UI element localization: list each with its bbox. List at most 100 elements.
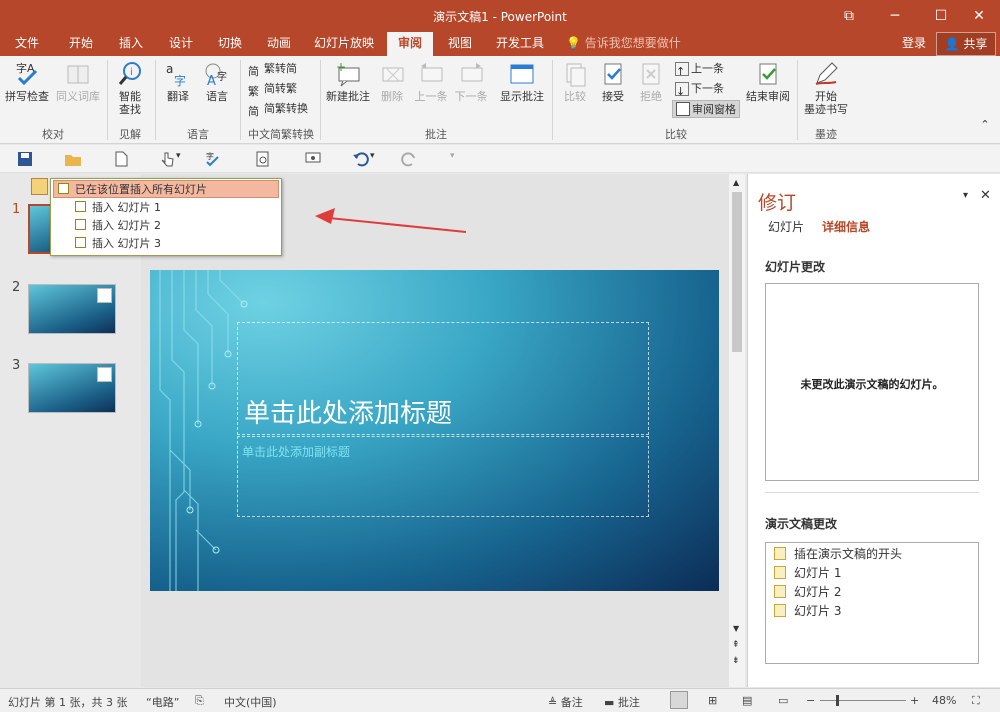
smart-lookup-button[interactable]: i 智能 查找 [110, 60, 150, 116]
open-folder-icon[interactable] [64, 151, 82, 167]
tab-developer[interactable]: 开发工具 [487, 32, 553, 56]
save-icon[interactable] [16, 151, 34, 167]
revision-marker-icon[interactable] [97, 367, 112, 382]
fit-to-window-icon[interactable]: ⛶ [972, 694, 980, 708]
accept-button[interactable]: 接受 [596, 60, 630, 103]
convert-button[interactable]: 简简繁转换 [248, 100, 308, 118]
insert-slide-1-option[interactable]: 插入 幻灯片 1 [53, 199, 279, 217]
show-comments-button[interactable]: 显示批注 [496, 60, 548, 103]
new-comment-button[interactable]: + 新建批注 [324, 60, 372, 103]
list-item[interactable]: 幻灯片 1 [766, 564, 978, 583]
zoom-slider[interactable] [820, 700, 906, 701]
thesaurus-button[interactable]: 同义词库 [54, 60, 102, 103]
next-comment-button[interactable]: 下一条 [452, 60, 490, 103]
svg-text:字: 字 [206, 151, 214, 161]
share-button[interactable]: 👤 共享 [936, 32, 996, 56]
trad-to-simp-button[interactable]: 简繁转简 [248, 60, 297, 78]
scroll-down-icon[interactable]: ▼ [733, 624, 739, 633]
zoom-level[interactable]: 48% [932, 694, 956, 707]
zoom-out-icon[interactable]: − [806, 694, 815, 707]
simp-to-trad-button[interactable]: 繁简转繁 [248, 80, 297, 98]
reading-view-icon[interactable]: ▤ [742, 694, 752, 707]
present-icon[interactable] [304, 151, 322, 167]
scroll-thumb[interactable] [732, 192, 742, 352]
print-preview-icon[interactable] [254, 151, 272, 167]
reviewing-pane-button[interactable]: 审阅窗格 [672, 100, 740, 118]
new-document-icon[interactable] [112, 151, 130, 167]
close-icon[interactable]: ✕ [956, 0, 1000, 32]
chevron-down-icon[interactable]: ▾ [176, 151, 194, 167]
slide-thumbnail-2[interactable] [28, 284, 116, 334]
slide-sorter-icon[interactable]: ⊞ [708, 694, 717, 707]
tab-review[interactable]: 审阅 [387, 32, 433, 56]
insert-slide-label: 插入 幻灯片 1 [92, 201, 161, 214]
slide-canvas[interactable]: 单击此处添加标题 单击此处添加副标题 [150, 270, 719, 591]
list-item[interactable]: 幻灯片 3 [766, 602, 978, 621]
checkbox-icon[interactable] [75, 201, 86, 212]
restore-ribbon-icon[interactable]: ⧉ [826, 0, 872, 32]
insert-all-slides-option[interactable]: 已在该位置插入所有幻灯片 [53, 180, 279, 198]
tab-revision-details[interactable]: 详细信息 [822, 218, 870, 235]
insert-slide-3-option[interactable]: 插入 幻灯片 3 [53, 235, 279, 253]
zoom-slider-thumb[interactable] [836, 695, 839, 706]
tab-view[interactable]: 视图 [437, 32, 483, 56]
tab-slideshow[interactable]: 幻灯片放映 [306, 32, 382, 56]
tab-design[interactable]: 设计 [158, 32, 204, 56]
accessibility-icon[interactable]: ⎘ [195, 694, 204, 708]
tab-insert[interactable]: 插入 [108, 32, 154, 56]
scroll-up-icon[interactable]: ▲ [733, 178, 739, 187]
subtitle-placeholder[interactable]: 单击此处添加副标题 [237, 436, 649, 517]
slideshow-view-icon[interactable]: ▭ [778, 694, 788, 707]
title-placeholder[interactable]: 单击此处添加标题 [237, 322, 649, 435]
list-item[interactable]: 幻灯片 2 [766, 583, 978, 602]
spelling-qat-icon[interactable]: 字 [204, 151, 222, 167]
svg-text:a: a [166, 62, 173, 76]
compare-button[interactable]: 比较 [558, 60, 592, 103]
slide-title-text: 单击此处添加标题 [244, 399, 453, 429]
list-item[interactable]: 插在演示文稿的开头 [766, 545, 978, 564]
revision-marker-icon[interactable] [97, 288, 112, 303]
tab-animations[interactable]: 动画 [256, 32, 302, 56]
minimize-icon[interactable]: ─ [872, 0, 918, 32]
translate-button[interactable]: a字 翻译 [160, 60, 196, 103]
checkbox-icon[interactable] [75, 237, 86, 248]
insert-slide-2-option[interactable]: 插入 幻灯片 2 [53, 217, 279, 235]
pane-options-icon[interactable]: ▾ [963, 190, 968, 201]
compare-previous-button[interactable]: ↑ 上一条 [675, 60, 724, 78]
next-slide-icon[interactable]: ⇟ [732, 656, 740, 666]
revision-marker-icon[interactable] [31, 178, 48, 195]
touch-mode-icon[interactable] [158, 151, 176, 167]
slide-thumbnail-3[interactable] [28, 363, 116, 413]
tab-home[interactable]: 开始 [58, 32, 104, 56]
notes-button[interactable]: ≜ 备注 [548, 694, 583, 710]
tab-file[interactable]: 文件 [4, 32, 50, 56]
tab-transitions[interactable]: 切换 [207, 32, 253, 56]
checkbox-icon[interactable] [58, 183, 69, 194]
tell-me-box[interactable]: 💡 告诉我您想要做什么... [566, 32, 696, 72]
collapse-ribbon-icon[interactable]: ⌃ [978, 118, 992, 131]
start-inking-button[interactable]: 开始 墨迹书写 [802, 60, 850, 116]
tab-revision-slides[interactable]: 幻灯片 [768, 218, 804, 235]
login-link[interactable]: 登录 [896, 32, 932, 56]
reject-button[interactable]: 拒绝 [634, 60, 668, 103]
checkbox-icon[interactable] [75, 219, 86, 230]
chevron-down-icon[interactable]: ▾ [370, 151, 388, 167]
slide-count: 幻灯片 第 1 张，共 3 张 [8, 696, 128, 709]
end-review-button[interactable]: 结束审阅 [745, 60, 791, 103]
vertical-scrollbar[interactable]: ▲ ▼ ⇞ ⇟ [729, 174, 745, 687]
undo-icon[interactable] [352, 151, 370, 167]
previous-comment-button[interactable]: 上一条 [412, 60, 450, 103]
compare-next-button[interactable]: ↓ 下一条 [675, 80, 724, 98]
revision-note-icon [774, 566, 786, 579]
previous-slide-icon[interactable]: ⇞ [732, 640, 740, 650]
comments-button[interactable]: ▬ 批注 [604, 694, 640, 710]
delete-comment-button[interactable]: 删除 [375, 60, 409, 103]
zoom-in-icon[interactable]: + [910, 694, 919, 707]
language-button[interactable]: A字 语言 [199, 60, 235, 103]
redo-icon[interactable] [400, 151, 418, 167]
close-pane-icon[interactable]: ✕ [980, 188, 991, 203]
language-status[interactable]: 中文(中国) [224, 694, 277, 710]
normal-view-icon[interactable] [670, 691, 688, 709]
customize-toolbar-icon[interactable]: ▾ [450, 151, 468, 167]
spelling-button[interactable]: 字A 拼写检查 [4, 60, 50, 103]
